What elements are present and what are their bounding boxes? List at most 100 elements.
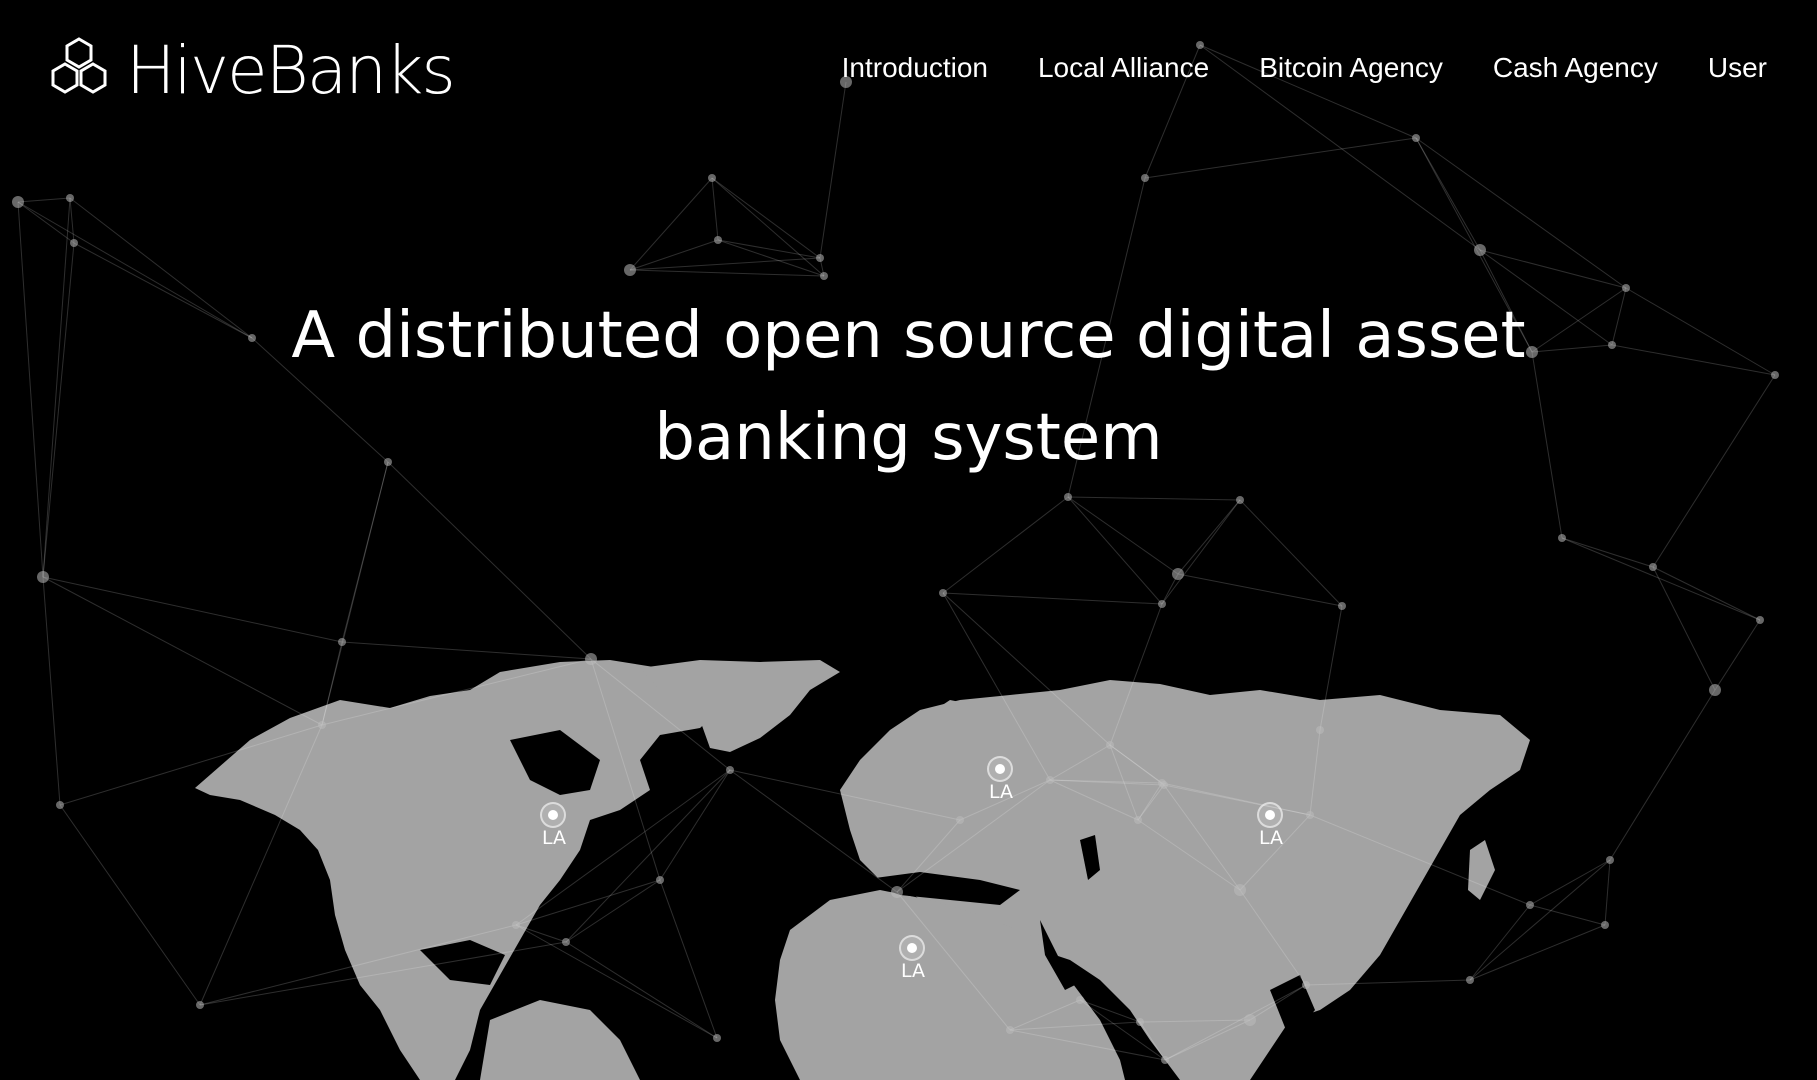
- network-node: [624, 264, 636, 276]
- network-link: [199, 924, 517, 1006]
- network-node: [1172, 568, 1184, 580]
- nav-introduction[interactable]: Introduction: [842, 52, 988, 84]
- network-link: [1137, 819, 1241, 891]
- network-link: [1164, 1019, 1251, 1061]
- network-node: [1141, 174, 1149, 182]
- network-link: [1009, 999, 1081, 1031]
- network-link: [942, 592, 1051, 781]
- network-node: [1064, 493, 1072, 501]
- network-link: [1609, 689, 1716, 861]
- network-link: [42, 576, 343, 643]
- network-node: [1302, 981, 1310, 989]
- network-node: [1134, 816, 1142, 824]
- nav-user[interactable]: User: [1708, 52, 1767, 84]
- main-nav: Introduction Local Alliance Bitcoin Agen…: [842, 52, 1767, 84]
- network-node: [1006, 1026, 1014, 1034]
- nav-bitcoin-agency[interactable]: Bitcoin Agency: [1259, 52, 1443, 84]
- network-link: [1177, 499, 1241, 575]
- network-link: [69, 197, 75, 244]
- hero-headline: A distributed open source digital asset …: [0, 285, 1817, 489]
- network-link: [717, 239, 821, 259]
- network-node: [1756, 616, 1764, 624]
- network-link: [1137, 782, 1163, 821]
- network-node: [66, 194, 74, 202]
- network-link: [711, 177, 821, 259]
- network-node: [1558, 534, 1566, 542]
- network-link: [1144, 137, 1417, 179]
- network-link: [59, 804, 201, 1006]
- pin-dot-icon: [907, 943, 917, 953]
- network-link: [590, 658, 731, 771]
- network-link: [1049, 744, 1111, 781]
- network-node: [1474, 244, 1486, 256]
- brand-name: HiveBanks: [126, 32, 456, 109]
- network-node: [70, 239, 78, 247]
- network-link: [942, 496, 1069, 594]
- network-link: [1067, 496, 1163, 605]
- network-link: [1652, 566, 1761, 621]
- network-node: [512, 921, 520, 929]
- network-link: [1109, 744, 1163, 784]
- network-node: [562, 938, 570, 946]
- network-node: [713, 1034, 721, 1042]
- network-link: [1177, 573, 1343, 607]
- network-node: [1046, 776, 1054, 784]
- network-link: [896, 779, 1051, 893]
- network-link: [1163, 784, 1241, 891]
- network-link: [659, 879, 718, 1039]
- network-node: [12, 196, 24, 208]
- network-link: [1139, 1019, 1251, 1023]
- network-node: [318, 721, 326, 729]
- network-link: [1604, 859, 1611, 926]
- network-link: [1529, 904, 1606, 926]
- network-link: [199, 941, 567, 1006]
- network-link: [1161, 499, 1241, 605]
- network-node: [939, 589, 947, 597]
- network-background: [12, 41, 1779, 1064]
- network-link: [17, 201, 75, 244]
- network-link: [1319, 605, 1343, 731]
- network-link: [1305, 979, 1471, 986]
- network-link: [1309, 729, 1321, 816]
- network-link: [1067, 496, 1241, 501]
- network-link: [1469, 924, 1606, 981]
- network-link: [42, 576, 61, 806]
- network-link: [1109, 603, 1163, 746]
- hero-line-2: banking system: [654, 401, 1163, 475]
- network-link: [1561, 537, 1761, 621]
- network-link: [59, 724, 323, 806]
- network-link: [1239, 499, 1343, 607]
- network-link: [1469, 859, 1611, 981]
- network-link: [1249, 984, 1307, 1021]
- network-link: [341, 641, 592, 660]
- logo[interactable]: HiveBanks: [46, 32, 456, 109]
- network-link: [1239, 889, 1307, 986]
- nav-local-alliance[interactable]: Local Alliance: [1038, 52, 1209, 84]
- site-header: HiveBanks Introduction Local Alliance Bi…: [0, 0, 1817, 140]
- network-link: [321, 658, 592, 726]
- network-node: [1244, 1014, 1256, 1026]
- network-link: [1479, 249, 1627, 289]
- network-link: [590, 658, 661, 881]
- network-node: [1136, 1018, 1144, 1026]
- network-link: [1652, 566, 1716, 691]
- network-link: [1309, 814, 1531, 906]
- network-node: [1158, 779, 1166, 787]
- network-link: [17, 197, 71, 203]
- network-link: [711, 177, 719, 241]
- network-node: [656, 876, 664, 884]
- network-link: [629, 269, 825, 277]
- network-node: [708, 174, 716, 182]
- network-link: [942, 592, 1111, 746]
- network-link: [565, 941, 718, 1039]
- pin-dot-icon: [995, 764, 1005, 774]
- network-link: [1164, 984, 1307, 1061]
- network-link: [1714, 619, 1761, 691]
- network-link: [1161, 782, 1311, 816]
- network-link: [42, 576, 323, 726]
- nav-cash-agency[interactable]: Cash Agency: [1493, 52, 1658, 84]
- network-node: [820, 272, 828, 280]
- network-link: [659, 769, 731, 881]
- network-node: [338, 638, 346, 646]
- network-node: [1709, 684, 1721, 696]
